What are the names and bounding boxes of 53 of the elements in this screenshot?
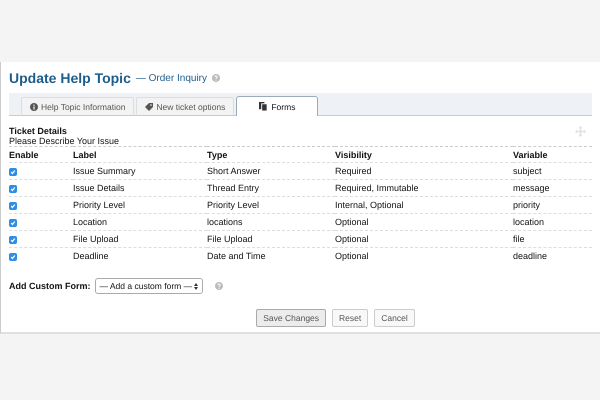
table-cell: Required, Immutable — [335, 180, 513, 196]
help-icon[interactable] — [215, 282, 224, 290]
tab[interactable]: New ticket options — [136, 97, 234, 115]
table-cell: Priority Level — [73, 196, 207, 214]
table-cell: Optional — [335, 230, 513, 248]
table-cell: location — [513, 214, 592, 230]
table-cell: file — [513, 230, 592, 248]
column-header: Variable — [513, 146, 592, 162]
table-cell: Issue Details — [73, 180, 207, 196]
help-icon[interactable] — [212, 74, 220, 82]
custom-form-dropdown[interactable]: — Add a custom form — — [94, 278, 204, 294]
table-cell: priority — [513, 196, 592, 214]
table-cell: deadline — [513, 248, 592, 264]
column-header: Enable — [9, 146, 73, 162]
table-cell: Required — [335, 162, 513, 180]
table-cell: subject — [513, 162, 592, 180]
column-header: Label — [73, 146, 207, 162]
table-cell: Priority Level — [207, 196, 335, 214]
table-cell: Location — [73, 214, 207, 230]
table-cell: File Upload — [73, 230, 207, 248]
table-cell: Thread Entry — [207, 180, 335, 196]
reset-button[interactable]: Reset — [332, 309, 368, 327]
enable-checkbox[interactable] — [9, 184, 17, 193]
enable-checkbox[interactable] — [9, 236, 17, 244]
table-cell: File Upload — [207, 230, 335, 248]
enable-checkbox[interactable] — [9, 218, 17, 227]
table-cell: Date and Time — [207, 248, 335, 264]
enable-checkbox[interactable] — [9, 168, 17, 176]
info-icon — [30, 102, 38, 110]
field-label: Add Custom Form: — [9, 281, 90, 291]
form-description: Please Describe Your Issue — [9, 136, 120, 146]
column-header: Type — [207, 146, 335, 162]
column-header: Visibility — [335, 146, 513, 162]
enable-checkbox[interactable] — [9, 202, 17, 210]
topic-name: — Order Inquiry — [136, 72, 207, 84]
page-title: Update Help Topic — [9, 70, 131, 86]
table-cell: locations — [207, 214, 335, 230]
table-cell: Deadline — [73, 248, 207, 264]
form-title: Ticket Details — [9, 126, 68, 136]
table-cell: Issue Summary — [73, 162, 207, 180]
table-cell: Optional — [335, 248, 513, 264]
table-cell: Internal, Optional — [335, 196, 513, 214]
table-cell: Optional — [335, 214, 513, 230]
dropdown-arrows-icon — [194, 283, 198, 290]
tag-icon — [145, 102, 154, 110]
tab[interactable]: Help Topic Information — [21, 97, 134, 115]
documents-icon — [259, 102, 268, 111]
cancel-button[interactable]: Cancel — [374, 309, 415, 327]
enable-checkbox[interactable] — [9, 252, 17, 261]
save-button[interactable]: Save Changes — [256, 309, 326, 327]
tab[interactable]: Forms — [236, 96, 318, 116]
table-cell: message — [513, 180, 592, 196]
table-cell: Short Answer — [207, 162, 335, 180]
